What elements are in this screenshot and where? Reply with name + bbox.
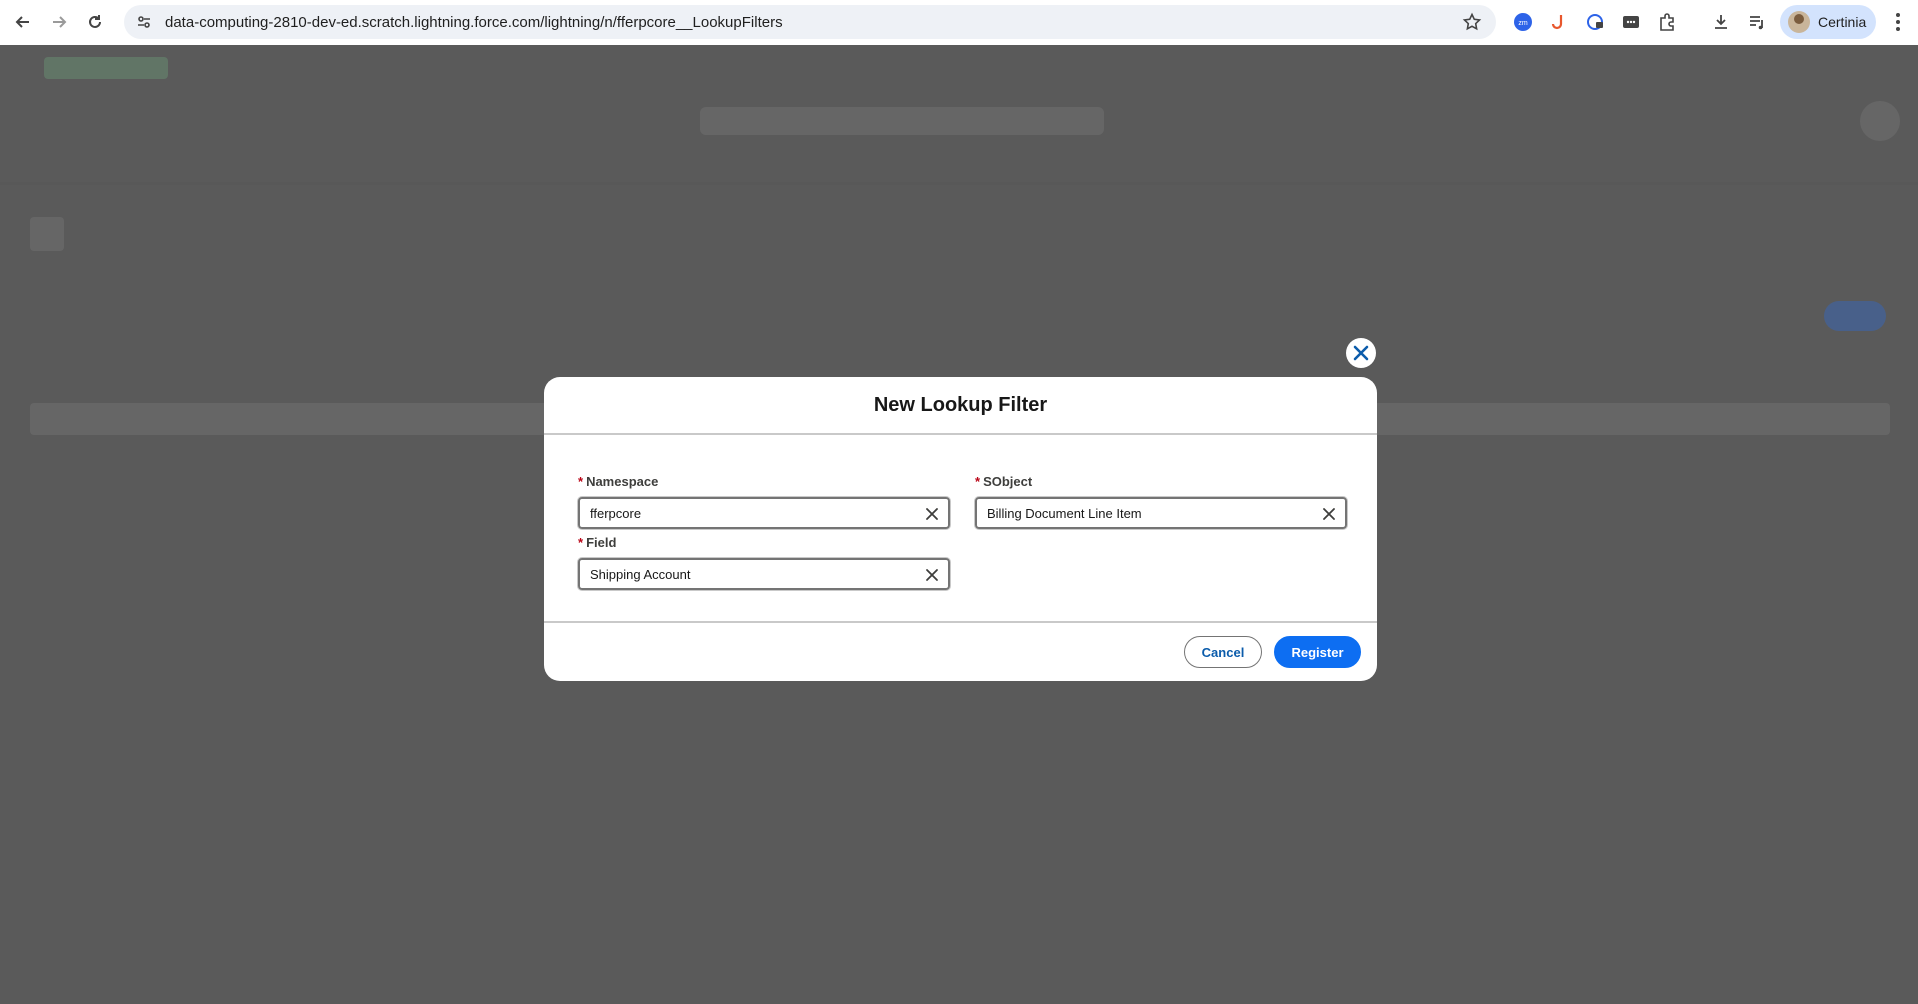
profile-chip[interactable]: Certinia [1780,5,1876,39]
register-button[interactable]: Register [1274,636,1361,668]
modal-body: * Namespace * SObject [544,435,1377,623]
site-info-icon[interactable] [133,11,155,33]
url-text[interactable]: data-computing-2810-dev-ed.scratch.light… [165,14,783,31]
page-icon [30,217,64,251]
profile-name: Certinia [1818,14,1867,30]
browser-toolbar: data-computing-2810-dev-ed.scratch.light… [0,0,1918,45]
hook-extension-icon[interactable] [1548,11,1570,33]
sobject-input[interactable] [987,505,1317,521]
close-icon [1353,345,1369,361]
field-input[interactable] [590,566,920,582]
cancel-button[interactable]: Cancel [1184,636,1262,668]
bookmark-star-icon[interactable] [1462,12,1482,32]
modal-header: New Lookup Filter [544,377,1377,435]
avatar [1788,11,1810,33]
namespace-label: * Namespace [578,472,950,490]
clear-icon [926,569,938,581]
clear-icon [1323,508,1335,520]
required-marker: * [578,534,584,550]
required-marker: * [578,473,584,489]
user-avatar [1860,101,1900,141]
download-icon[interactable] [1710,11,1732,33]
namespace-clear-button[interactable] [924,506,940,522]
sobject-input-wrapper [975,497,1347,529]
reload-icon[interactable] [82,9,108,35]
field-clear-button[interactable] [924,567,940,583]
global-search-box [700,107,1104,135]
sobject-clear-button[interactable] [1321,506,1337,522]
back-icon[interactable] [10,9,36,35]
browser-menu-icon[interactable] [1888,11,1908,33]
modal-close-button[interactable] [1346,338,1376,368]
modal-title: New Lookup Filter [873,393,1048,416]
namespace-field-group: * Namespace [578,472,950,529]
extensions-puzzle-icon[interactable] [1656,11,1678,33]
field-field-group: * Field [578,533,950,590]
field-label: * Field [578,533,950,551]
field-label-text: Field [586,534,617,550]
address-bar[interactable]: data-computing-2810-dev-ed.scratch.light… [124,5,1496,39]
new-button-ghost [1824,301,1886,331]
sobject-field-group: * SObject [975,472,1347,529]
sandbox-badge [44,57,168,79]
namespace-input-wrapper [578,497,950,529]
sobject-label-text: SObject [983,473,1033,489]
modal-footer: Cancel Register [544,623,1377,679]
new-lookup-filter-modal: New Lookup Filter * Namespace * SObject [544,377,1377,681]
namespace-label-text: Namespace [586,473,659,489]
field-input-wrapper [578,558,950,590]
media-control-icon[interactable] [1746,11,1768,33]
clear-icon [926,508,938,520]
required-marker: * [975,473,981,489]
namespace-input[interactable] [590,505,920,521]
password-extension-icon[interactable] [1620,11,1642,33]
zoom-extension-icon[interactable]: zm [1512,11,1534,33]
sobject-label: * SObject [975,472,1347,490]
forward-icon[interactable] [46,9,72,35]
svg-text:zm: zm [1518,20,1528,27]
privacy-extension-icon[interactable] [1584,11,1606,33]
